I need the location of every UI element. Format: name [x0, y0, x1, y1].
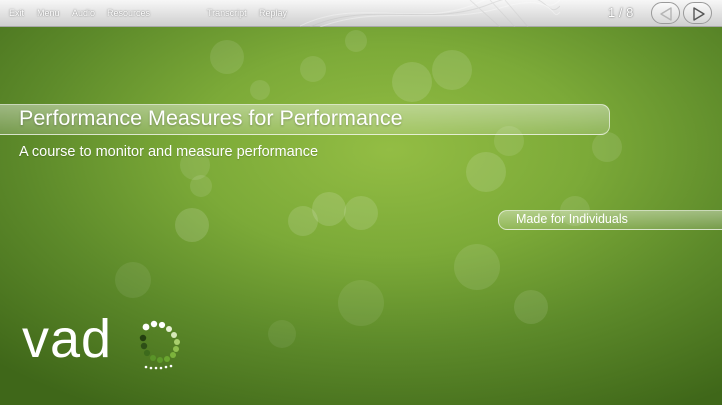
slide-stage: Exit Menu Audio Resources Transcript Rep… — [0, 0, 722, 405]
triangle-right-icon — [693, 7, 705, 21]
toolbar-swirl-decoration — [300, 0, 560, 27]
previous-button[interactable] — [651, 2, 680, 24]
course-title: Performance Measures for Performance — [19, 106, 403, 130]
player-toolbar: Exit Menu Audio Resources Transcript Rep… — [0, 0, 722, 27]
vado-logo-ring-icon — [139, 320, 180, 370]
exit-button[interactable]: Exit — [9, 8, 24, 18]
page-counter: 1 / 8 — [608, 5, 634, 20]
transcript-button[interactable]: Transcript — [207, 8, 247, 18]
audience-label: Made for Individuals — [516, 212, 628, 226]
audio-button[interactable]: Audio — [72, 8, 95, 18]
resources-button[interactable]: Resources — [107, 8, 150, 18]
replay-button[interactable]: Replay — [259, 8, 287, 18]
course-subtitle: A course to monitor and measure performa… — [19, 144, 319, 160]
triangle-left-icon — [660, 7, 672, 21]
menu-button[interactable]: Menu — [37, 8, 60, 18]
next-button[interactable] — [683, 2, 712, 24]
vado-logo-text: vad — [22, 309, 113, 369]
